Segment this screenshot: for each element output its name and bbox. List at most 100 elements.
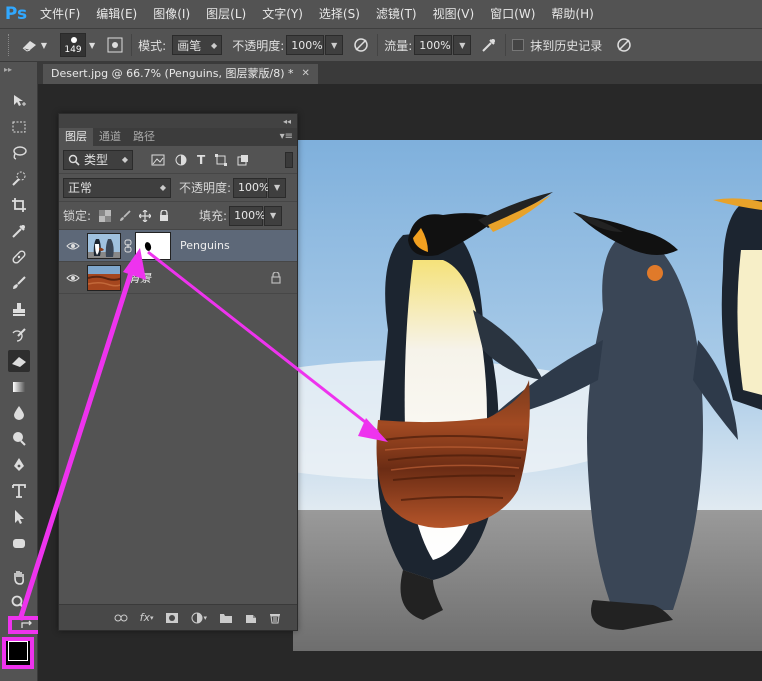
add-style-button[interactable]: fx ▾ (140, 611, 154, 624)
flow-dropdown[interactable]: ▼ (453, 35, 472, 55)
menu-file[interactable]: 文件(F) (32, 0, 88, 28)
brush-panel-toggle[interactable] (105, 35, 125, 55)
lock-icon[interactable] (159, 209, 169, 222)
options-bar: ▼ 149 ▼ 模式: 画笔 ◆ 不透明度: 100% ▼ 流量: 100% ▼ … (0, 28, 762, 62)
eyedropper-tool[interactable] (8, 220, 30, 242)
eye-icon[interactable] (59, 273, 87, 283)
type-filter-icon[interactable]: T (197, 153, 205, 167)
chevron-down-icon[interactable]: ▼ (89, 41, 95, 50)
move-tool[interactable] (8, 90, 30, 112)
quick-selection-tool[interactable] (8, 168, 30, 190)
new-group-button[interactable] (219, 612, 233, 624)
menu-image[interactable]: 图像(I) (145, 0, 198, 28)
panel-menu-icon[interactable]: ▾≡ (280, 128, 297, 146)
hand-tool[interactable] (8, 566, 30, 588)
trash-icon (270, 613, 280, 623)
opacity-dropdown[interactable]: ▼ (325, 35, 344, 55)
link-icon[interactable] (124, 239, 132, 253)
zoom-tool[interactable] (8, 592, 30, 614)
airbrush-button[interactable] (479, 35, 499, 55)
dodge-tool[interactable] (8, 428, 30, 450)
fill-dropdown[interactable]: ▼ (264, 205, 283, 226)
adjustment-filter-icon[interactable] (175, 154, 187, 166)
shape-filter-icon[interactable] (215, 153, 228, 166)
crop-tool[interactable] (8, 194, 30, 216)
options-grip[interactable] (8, 34, 14, 56)
close-icon[interactable]: ✕ (302, 64, 310, 84)
brush-picker-icon (107, 37, 123, 53)
swap-colors-button[interactable] (8, 616, 42, 634)
lock-pixels-icon[interactable] (119, 209, 131, 222)
add-mask-button[interactable] (165, 612, 179, 624)
layer-opacity-field[interactable]: 100% (233, 177, 270, 198)
gradient-tool[interactable] (8, 376, 30, 398)
panel-header[interactable]: ◂◂ (59, 114, 297, 128)
arrow-icon (15, 510, 24, 524)
document-tab-bar: Desert.jpg @ 66.7% (Penguins, 图层蒙版/8) * … (38, 62, 762, 84)
menu-type[interactable]: 文字(Y) (254, 0, 311, 28)
layer-name[interactable]: 背景 (129, 270, 151, 286)
panel-tabs: 图层 通道 路径 ▾≡ (59, 128, 297, 146)
flow-field[interactable]: 100% (414, 35, 453, 55)
quick-selection-icon (12, 171, 26, 186)
lock-transparent-icon[interactable] (99, 209, 112, 222)
lock-position-icon[interactable] (139, 209, 152, 222)
blur-tool[interactable] (8, 402, 30, 424)
foreground-color-swatch[interactable] (8, 641, 28, 661)
opacity-field[interactable]: 100% (286, 35, 325, 55)
layer-filter-select[interactable]: 类型 ◆ (63, 149, 133, 170)
toolbar-collapse[interactable]: ▸▸ (0, 62, 37, 76)
layers-panel: ◂◂ 图层 通道 路径 ▾≡ 类型 ◆ T 正常 ◆ 不透明度: 100% ▼ … (58, 113, 298, 631)
pen-tool[interactable] (8, 454, 30, 476)
marquee-tool[interactable] (8, 116, 30, 138)
menu-window[interactable]: 窗口(W) (482, 0, 543, 28)
layer-name[interactable]: Penguins (180, 239, 230, 252)
layer-mask-thumbnail[interactable] (135, 231, 171, 260)
lasso-tool[interactable] (8, 142, 30, 164)
tab-paths[interactable]: 路径 (127, 128, 161, 146)
menu-view[interactable]: 视图(V) (425, 0, 483, 28)
image-filter-icon[interactable] (151, 154, 165, 166)
eraser-tool[interactable] (8, 350, 30, 372)
link-layers-button[interactable] (114, 613, 128, 623)
healing-brush-tool[interactable] (8, 246, 30, 268)
layer-row-background[interactable]: 背景 (59, 262, 297, 294)
menu-edit[interactable]: 编辑(E) (88, 0, 145, 28)
clone-stamp-tool[interactable] (8, 298, 30, 320)
layer-opacity-dropdown[interactable]: ▼ (268, 177, 287, 198)
document-tab[interactable]: Desert.jpg @ 66.7% (Penguins, 图层蒙版/8) * … (43, 64, 318, 84)
history-brush-tool[interactable] (8, 324, 30, 346)
path-selection-tool[interactable] (8, 506, 30, 528)
tab-channels[interactable]: 通道 (93, 128, 127, 146)
menu-layer[interactable]: 图层(L) (198, 0, 254, 28)
smart-object-filter-icon[interactable] (237, 154, 249, 166)
gradient-icon (13, 382, 25, 392)
adjustment-layer-button[interactable]: ▾ (191, 612, 207, 624)
brush-size-picker[interactable]: 149 (60, 33, 86, 57)
shape-tool[interactable] (8, 532, 30, 554)
filter-toggle[interactable] (285, 151, 293, 168)
brush-tool[interactable] (8, 272, 30, 294)
layer-row-penguins[interactable]: Penguins (59, 230, 297, 262)
menu-filter[interactable]: 滤镜(T) (368, 0, 425, 28)
type-tool[interactable] (8, 480, 30, 502)
eye-icon[interactable] (59, 241, 87, 251)
pressure-size-button[interactable] (614, 35, 634, 55)
filter-row: 类型 ◆ T (59, 146, 297, 174)
tool-preset-picker[interactable]: ▼ (20, 33, 48, 57)
new-layer-button[interactable] (245, 612, 257, 624)
blend-mode-value: 正常 (68, 181, 93, 195)
menu-select[interactable]: 选择(S) (311, 0, 368, 28)
blend-mode-select[interactable]: 正常 ◆ (63, 177, 171, 198)
pressure-opacity-button[interactable] (351, 35, 371, 55)
document-canvas[interactable] (293, 140, 762, 651)
airbrush-icon (482, 39, 496, 52)
bandage-icon (12, 250, 26, 264)
rounded-rect-icon (13, 539, 25, 548)
delete-layer-button[interactable] (269, 612, 281, 624)
mode-select[interactable]: 画笔 ◆ (172, 35, 223, 55)
fill-field[interactable]: 100% (229, 205, 266, 226)
erase-history-checkbox[interactable] (512, 39, 525, 51)
menu-help[interactable]: 帮助(H) (543, 0, 601, 28)
tab-layers[interactable]: 图层 (59, 128, 93, 146)
